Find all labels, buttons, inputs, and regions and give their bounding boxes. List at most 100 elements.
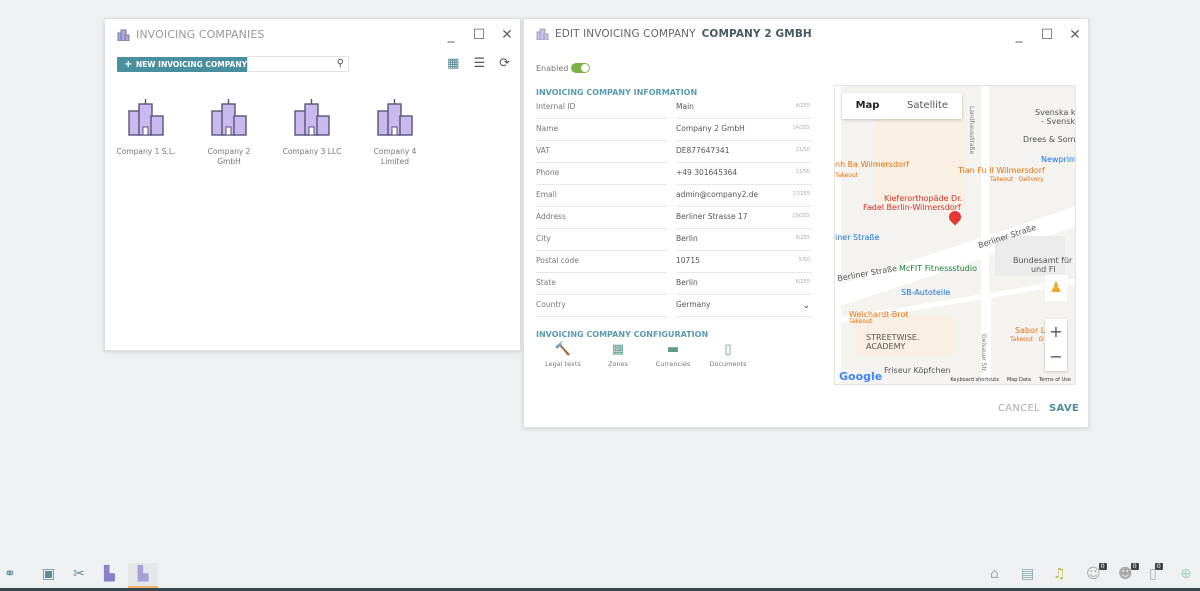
map-label: Takeout · Delivery [990, 176, 1044, 183]
company-building-icon [377, 99, 413, 136]
form-row: Phone +49 301645364 13/50 [536, 165, 812, 187]
company-building-icon [128, 99, 164, 136]
form-row: City Berlin 6/255 [536, 231, 812, 253]
map-tab[interactable]: Map [842, 93, 893, 119]
map-label: Sabor L [1015, 326, 1046, 335]
pegman-icon[interactable]: ♟ [1045, 275, 1067, 301]
form-row: Internal ID Main 4/255 [536, 99, 812, 121]
company-tile[interactable]: Company 4 Limited [360, 99, 430, 167]
grid-view-icon[interactable]: ▦ [447, 56, 459, 71]
company-tile[interactable]: Company 1 S.L. [111, 99, 181, 157]
field-input[interactable]: Berlin 6/255 [676, 234, 812, 251]
minimize-button[interactable]: _ [1012, 27, 1026, 43]
dashboard-icon[interactable]: ▤ [1021, 566, 1034, 582]
list-view-icon[interactable]: ☰ [473, 56, 485, 71]
field-input[interactable]: Germany ⌄ [676, 300, 812, 317]
map-label: Drees & Sommer [1023, 135, 1076, 144]
zoom-out-button[interactable]: − [1045, 345, 1067, 371]
field-label: Name [536, 124, 667, 141]
search-input[interactable]: ⚲ [247, 56, 349, 72]
taskbar: ⚭ ▣ ✂ ▙ ▙ ⌂ ▤ ♫ ☺ 0 ☻ 0 ▯ 0 ⊕ [0, 560, 1200, 591]
map-label: Takeout · D [1010, 336, 1044, 343]
building-icon[interactable]: ▙ [128, 563, 158, 588]
form-row: Country Germany ⌄ [536, 297, 812, 319]
user-icon[interactable]: ☺ 0 [1086, 563, 1107, 582]
maximize-button[interactable]: ☐ [472, 27, 486, 43]
field-input[interactable]: +49 301645364 13/50 [676, 168, 812, 185]
new-invoicing-company-button[interactable]: + NEW INVOICING COMPANY [117, 57, 255, 72]
company-building-icon [211, 99, 247, 136]
search-icon[interactable]: ⚲ [337, 58, 344, 69]
field-label: Phone [536, 168, 667, 185]
field-label: VAT [536, 146, 667, 163]
window-title: EDIT INVOICING COMPANY COMPANY 2 GMBH [536, 28, 812, 40]
map-label: SB-Autoteile [901, 288, 951, 297]
config-currencies-button[interactable]: ▬ Currencies [648, 342, 698, 368]
chevron-down-icon[interactable]: ⌄ [802, 301, 810, 311]
close-button[interactable]: ✕ [500, 27, 514, 43]
form-row: Name Company 2 GmbH 14/255 [536, 121, 812, 143]
company-tile[interactable]: Company 2 GmbH [194, 99, 264, 167]
close-button[interactable]: ✕ [1068, 27, 1082, 43]
field-input[interactable]: 10715 5/50 [676, 256, 812, 273]
invoicing-companies-window: INVOICING COMPANIES _ ☐ ✕ + NEW INVOICING … [104, 18, 521, 351]
config-legal-texts-button[interactable]: 🔨 Legal texts [538, 342, 588, 368]
map-label: Svenska kyrkan [1035, 108, 1076, 117]
users-icon[interactable]: ☻ 0 [1118, 563, 1139, 582]
gavel-icon: 🔨 [554, 342, 572, 357]
map-label: Friseur Köpfchen [884, 366, 951, 375]
refresh-icon[interactable]: ⟳ [499, 56, 510, 71]
map-label: ACADEMY [866, 342, 906, 351]
zoom-in-button[interactable]: + [1045, 319, 1067, 345]
map-label: Tian Fu II Wilmersdorf [958, 166, 1045, 175]
map[interactable]: Map Satellite Svenska kyrkan- Svenska...… [834, 85, 1076, 385]
map-label: Geisauer Str. [980, 334, 987, 373]
building-icon [536, 28, 549, 40]
map-data-link[interactable]: Map Data [1007, 377, 1031, 383]
tools-icon[interactable]: ✂ [73, 566, 85, 582]
rings-icon[interactable]: ⚭ [4, 566, 16, 582]
form-row: Postal code 10715 5/50 [536, 253, 812, 275]
config-section-heading: INVOICING COMPANY CONFIGURATION [536, 330, 709, 339]
field-input[interactable]: DE877647341 11/50 [676, 146, 812, 163]
add-icon[interactable]: ⊕ [1180, 566, 1192, 582]
config-documents-button[interactable]: ▯ Documents [703, 342, 753, 368]
keyboard-shortcuts-link[interactable]: Keyboard shortcuts [950, 377, 998, 383]
map-label: Newprint [1041, 155, 1076, 164]
minimize-button[interactable]: _ [444, 27, 458, 43]
map-label: und Fl [1031, 265, 1056, 274]
map-label: Takeout [835, 172, 859, 179]
building-icon [117, 29, 130, 41]
satellite-tab[interactable]: Satellite [893, 93, 962, 119]
maximize-button[interactable]: ☐ [1040, 27, 1054, 43]
field-input[interactable]: Company 2 GmbH 14/255 [676, 124, 812, 141]
bell-icon[interactable]: ♫ [1053, 566, 1066, 582]
cancel-button[interactable]: CANCEL [998, 403, 1040, 414]
map-label: nh Ba Wilmersdorf [835, 160, 910, 169]
field-input[interactable]: Main 4/255 [676, 102, 812, 119]
save-button[interactable]: SAVE [1049, 403, 1079, 414]
field-input[interactable]: Berliner Strasse 17 19/255 [676, 212, 812, 229]
document-icon[interactable]: ▯ 0 [1149, 563, 1163, 582]
field-label: Email [536, 190, 667, 207]
map-label: Bundesamt für M [1013, 256, 1076, 265]
google-logo: Google [839, 370, 883, 383]
terms-link[interactable]: Terms of Use [1039, 377, 1071, 383]
plus-icon: + [124, 59, 136, 70]
form-row: Email admin@company2.de 17/255 [536, 187, 812, 209]
map-label: Landhausstraße [968, 106, 975, 155]
map-label: iner Straße [835, 233, 880, 242]
building-icon[interactable]: ▙ [104, 566, 115, 582]
form-row: VAT DE877647341 11/50 [536, 143, 812, 165]
field-input[interactable]: Berlin 6/255 [676, 278, 812, 295]
money-icon: ▬ [666, 342, 680, 357]
home-icon[interactable]: ⌂ [990, 566, 999, 582]
enabled-toggle[interactable] [571, 63, 591, 73]
info-section-heading: INVOICING COMPANY INFORMATION [536, 88, 698, 97]
company-building-icon [294, 99, 330, 136]
field-input[interactable]: admin@company2.de 17/255 [676, 190, 812, 207]
form-row: Address Berliner Strasse 17 19/255 [536, 209, 812, 231]
diagram-icon[interactable]: ▣ [42, 566, 55, 582]
config-zones-button[interactable]: ▦ Zones [593, 342, 643, 368]
company-tile[interactable]: Company 3 LLC [277, 99, 347, 157]
